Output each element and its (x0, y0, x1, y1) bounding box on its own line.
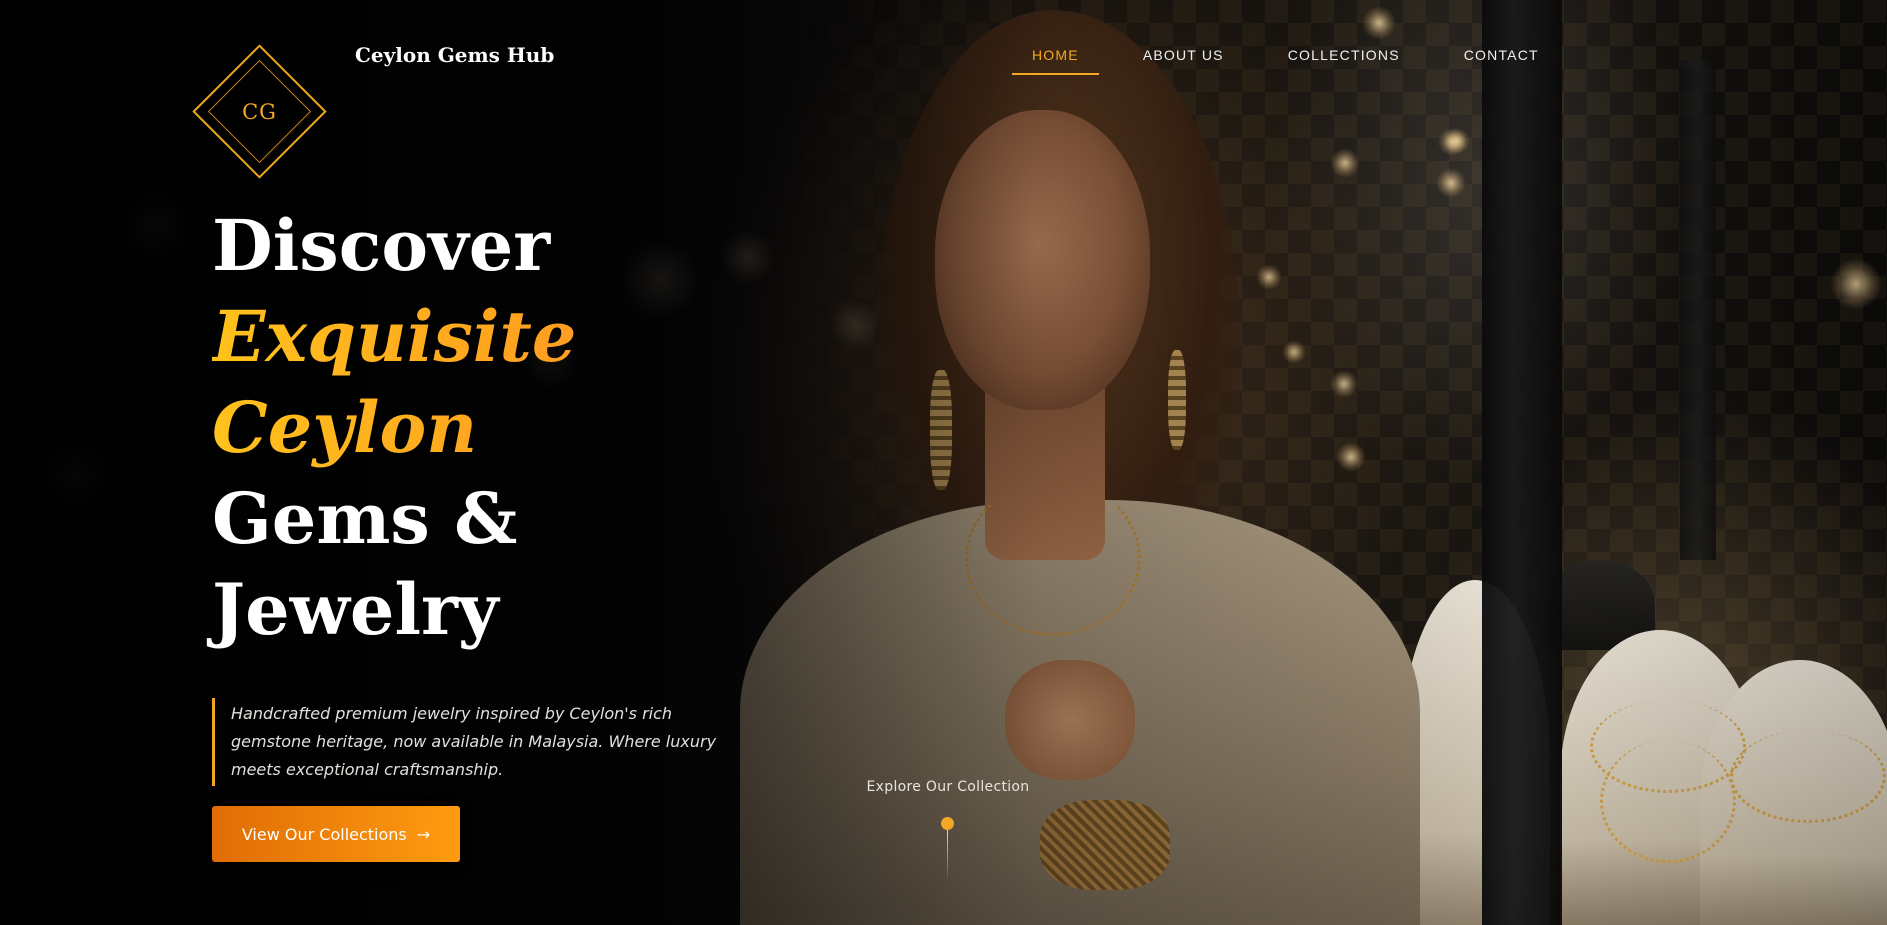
main-nav: HOME ABOUT US COLLECTIONS CONTACT (1012, 47, 1583, 75)
scroll-indicator-line (947, 830, 948, 882)
explore-collection-link[interactable]: Explore Our Collection (848, 779, 1048, 795)
scroll-indicator-dot-icon[interactable] (941, 817, 954, 830)
brand-name[interactable]: Ceylon Gems Hub (355, 43, 554, 67)
headline-line-discover: Discover (212, 204, 551, 287)
headline-line-ceylon: Ceylon (212, 382, 576, 473)
brand-logo[interactable]: CG (192, 44, 327, 179)
nav-about-us[interactable]: ABOUT US (1123, 47, 1244, 75)
view-collections-label: View Our Collections (241, 824, 407, 844)
view-collections-button[interactable]: View Our Collections → (212, 806, 460, 862)
logo-monogram: CG (242, 99, 277, 124)
nav-contact[interactable]: CONTACT (1444, 47, 1559, 75)
headline-line-gems: Gems & (212, 477, 518, 560)
hero-headline: Discover Exquisite Ceylon Gems & Jewelry (212, 200, 576, 655)
headline-line-exquisite: Exquisite (212, 291, 576, 382)
hero-tagline: Handcrafted premium jewelry inspired by … (212, 698, 722, 786)
headline-line-jewelry: Jewelry (212, 568, 499, 651)
nav-collections[interactable]: COLLECTIONS (1268, 47, 1420, 75)
arrow-right-icon: → (416, 824, 431, 844)
nav-home[interactable]: HOME (1012, 47, 1099, 75)
